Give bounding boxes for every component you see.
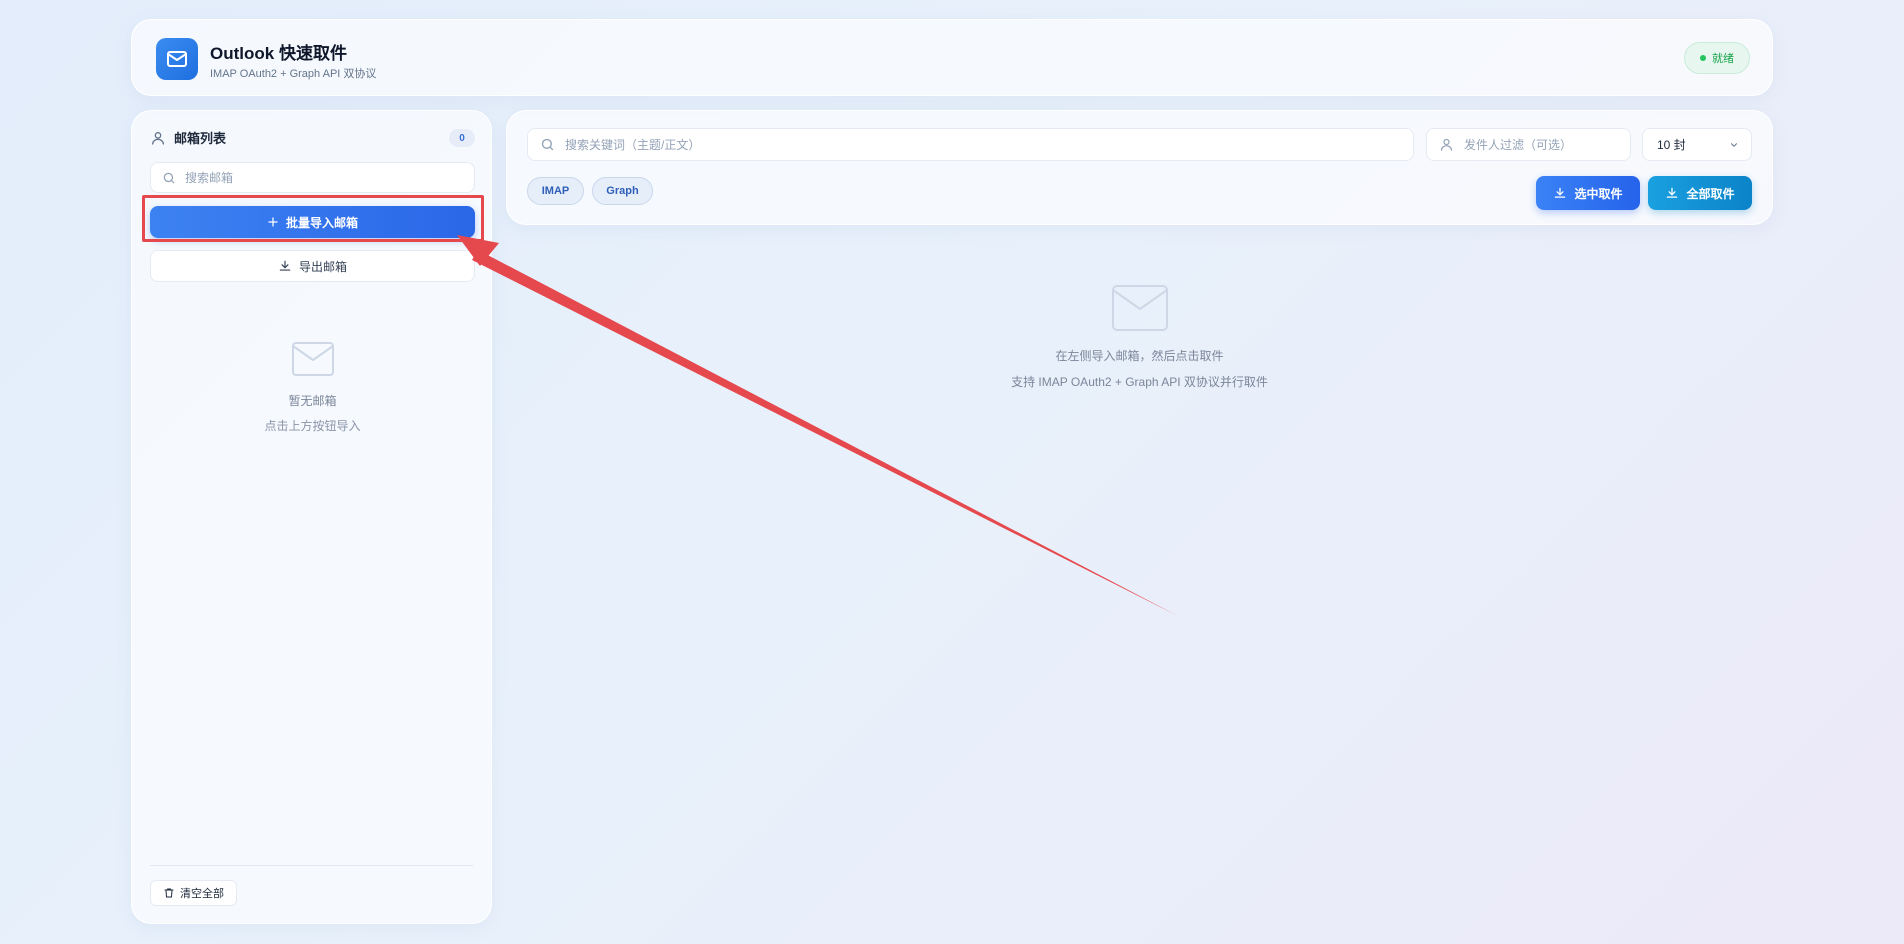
- sender-filter[interactable]: [1426, 128, 1631, 161]
- main-empty-line1: 在左侧导入邮箱，然后点击取件: [1055, 349, 1224, 363]
- fetch-all-label: 全部取件: [1686, 186, 1735, 201]
- user-icon: [1440, 138, 1453, 151]
- export-button[interactable]: 导出邮箱: [150, 250, 475, 282]
- chevron-down-icon: [1730, 142, 1738, 147]
- mail-logo-icon: [156, 38, 198, 80]
- mail-empty-icon: [291, 342, 334, 376]
- fetch-all-button[interactable]: 全部取件: [1648, 176, 1752, 210]
- mail-count-value: 10 封: [1657, 138, 1686, 152]
- keyword-search-input[interactable]: [565, 137, 1405, 152]
- export-label: 导出邮箱: [298, 259, 347, 274]
- search-icon: [541, 138, 554, 151]
- download-icon: [1555, 187, 1566, 198]
- user-icon: [152, 131, 164, 145]
- app-subtitle: IMAP OAuth2 + Graph API 双协议: [210, 68, 377, 80]
- protocol-chip-imap[interactable]: IMAP: [527, 177, 584, 205]
- mailbox-count-badge: 0: [449, 129, 475, 147]
- download-icon: [279, 260, 291, 271]
- sender-filter-input[interactable]: [1464, 137, 1624, 152]
- sidebar-empty-hint: 点击上方按钮导入: [264, 419, 361, 433]
- status-dot-icon: [1700, 55, 1706, 61]
- app-header: Outlook 快速取件 IMAP OAuth2 + Graph API 双协议…: [131, 19, 1773, 96]
- mailbox-search[interactable]: [150, 162, 475, 193]
- fetch-selected-button[interactable]: 选中取件: [1536, 176, 1640, 210]
- clear-all-label: 清空全部: [180, 888, 224, 900]
- keyword-search[interactable]: [527, 128, 1414, 161]
- status-label: 就绪: [1712, 53, 1734, 65]
- clear-all-button[interactable]: 清空全部: [150, 880, 237, 906]
- sidebar-empty-title: 暂无邮箱: [288, 394, 337, 408]
- fetch-selected-label: 选中取件: [1574, 186, 1623, 201]
- sidebar-title: 邮箱列表: [174, 131, 227, 146]
- sidebar-empty-state: 暂无邮箱 点击上方按钮导入: [132, 341, 493, 434]
- status-badge: 就绪: [1684, 42, 1750, 74]
- search-icon: [163, 172, 175, 183]
- protocol-chip-graph[interactable]: Graph: [592, 177, 653, 205]
- main-empty-state: 在左侧导入邮箱，然后点击取件 支持 IMAP OAuth2 + Graph AP…: [506, 284, 1773, 390]
- divider: [150, 865, 473, 866]
- mail-toolbar: 10 封 IMAP Graph 选中取件 全部取件: [506, 110, 1773, 225]
- app-title: Outlook 快速取件: [210, 44, 347, 63]
- mailbox-search-input[interactable]: [185, 170, 455, 185]
- main-empty-line2: 支持 IMAP OAuth2 + Graph API 双协议并行取件: [1011, 375, 1268, 389]
- mail-empty-icon: [1111, 285, 1168, 331]
- mail-count-select[interactable]: 10 封: [1642, 128, 1752, 161]
- annotation-highlight-box: [142, 195, 484, 242]
- sidebar: 邮箱列表 0 批量导入邮箱 导出邮箱 暂无邮箱 点击上方按钮导入 清空全部: [131, 110, 492, 924]
- download-icon: [1667, 187, 1678, 198]
- sidebar-header: 邮箱列表: [150, 128, 226, 147]
- trash-icon: [164, 888, 174, 898]
